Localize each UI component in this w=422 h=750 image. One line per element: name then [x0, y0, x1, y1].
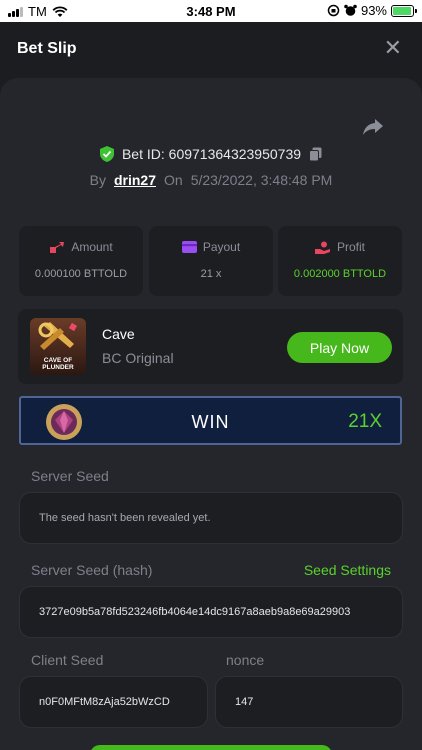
profit-icon: [314, 241, 330, 254]
wallet-icon: [181, 241, 197, 253]
bet-id-row: Bet ID: 60971364323950739: [0, 146, 422, 162]
server-seed-field: The seed hasn't been revealed yet.: [19, 492, 403, 544]
payout-value: 21 x: [200, 268, 222, 280]
bottom-action-button[interactable]: [90, 745, 332, 750]
client-seed-label: Client Seed: [31, 652, 104, 668]
on-label: On: [164, 172, 183, 188]
result-multiplier: 21X: [348, 411, 382, 432]
profit-stat: Profit 0.002000 BTTOLD: [278, 226, 402, 296]
status-right: 93%: [327, 3, 417, 18]
profit-value: 0.002000 BTTOLD: [293, 268, 387, 280]
server-seed-hash-field[interactable]: 3727e09b5a78fd523246fb4064e14dc9167a8aeb…: [19, 586, 403, 638]
copy-icon[interactable]: [309, 147, 322, 162]
server-seed-label: Server Seed: [31, 468, 109, 484]
bet-meta-row: By drin27 On 5/23/2022, 3:48:48 PM: [0, 172, 422, 188]
result-text: WIN: [191, 412, 230, 432]
battery-fill: [393, 6, 411, 15]
amount-label-row: Amount: [19, 240, 143, 254]
svg-text:CAVE OF: CAVE OF: [44, 357, 72, 364]
nonce-label: nonce: [226, 652, 265, 668]
alarm-icon: [344, 4, 357, 16]
game-name: Cave: [102, 326, 135, 342]
amount-stat: Amount 0.000100 BTTOLD: [19, 226, 143, 296]
user-link[interactable]: drin27: [114, 172, 156, 188]
amount-value: 0.000100 BTTOLD: [34, 268, 128, 280]
payout-label-row: Payout: [149, 240, 273, 254]
profit-label: Profit: [336, 240, 365, 254]
svg-text:PLUNDER: PLUNDER: [42, 364, 74, 371]
orientation-lock-icon: [327, 4, 340, 17]
profit-label-row: Profit: [278, 240, 402, 254]
amount-label: Amount: [71, 240, 113, 254]
game-info: CAVE OF PLUNDER Cave BC Original Play No…: [18, 309, 403, 384]
bet-id: Bet ID: 60971364323950739: [121, 146, 302, 162]
status-bar: TM 3:48 PM 93%: [0, 0, 422, 22]
verified-shield-icon: [99, 146, 114, 162]
play-now-button[interactable]: Play Now: [287, 332, 392, 363]
seed-settings-link[interactable]: Seed Settings: [304, 562, 391, 578]
nonce-field[interactable]: 147: [215, 676, 403, 728]
battery-icon: [391, 4, 417, 17]
share-icon[interactable]: [362, 118, 384, 136]
client-seed-field[interactable]: n0F0MFtM8zAja52bWzCD: [19, 676, 208, 728]
cave-of-plunder-logo: CAVE OF PLUNDER: [30, 318, 86, 375]
payout-label: Payout: [202, 240, 241, 254]
game-subtitle: BC Original: [102, 350, 174, 366]
battery-percent: 93%: [360, 3, 387, 18]
payout-stat: Payout 21 x: [149, 226, 273, 296]
page-title: Bet Slip: [17, 40, 77, 57]
bet-datetime: 5/23/2022, 3:48:48 PM: [190, 172, 333, 188]
server-seed-hash-label: Server Seed (hash): [31, 562, 153, 578]
close-button[interactable]: ✕: [384, 37, 402, 59]
result-banner: WIN 21X: [19, 396, 402, 445]
amount-icon: [50, 241, 65, 253]
game-thumbnail: CAVE OF PLUNDER: [30, 318, 86, 375]
by-label: By: [89, 172, 106, 188]
